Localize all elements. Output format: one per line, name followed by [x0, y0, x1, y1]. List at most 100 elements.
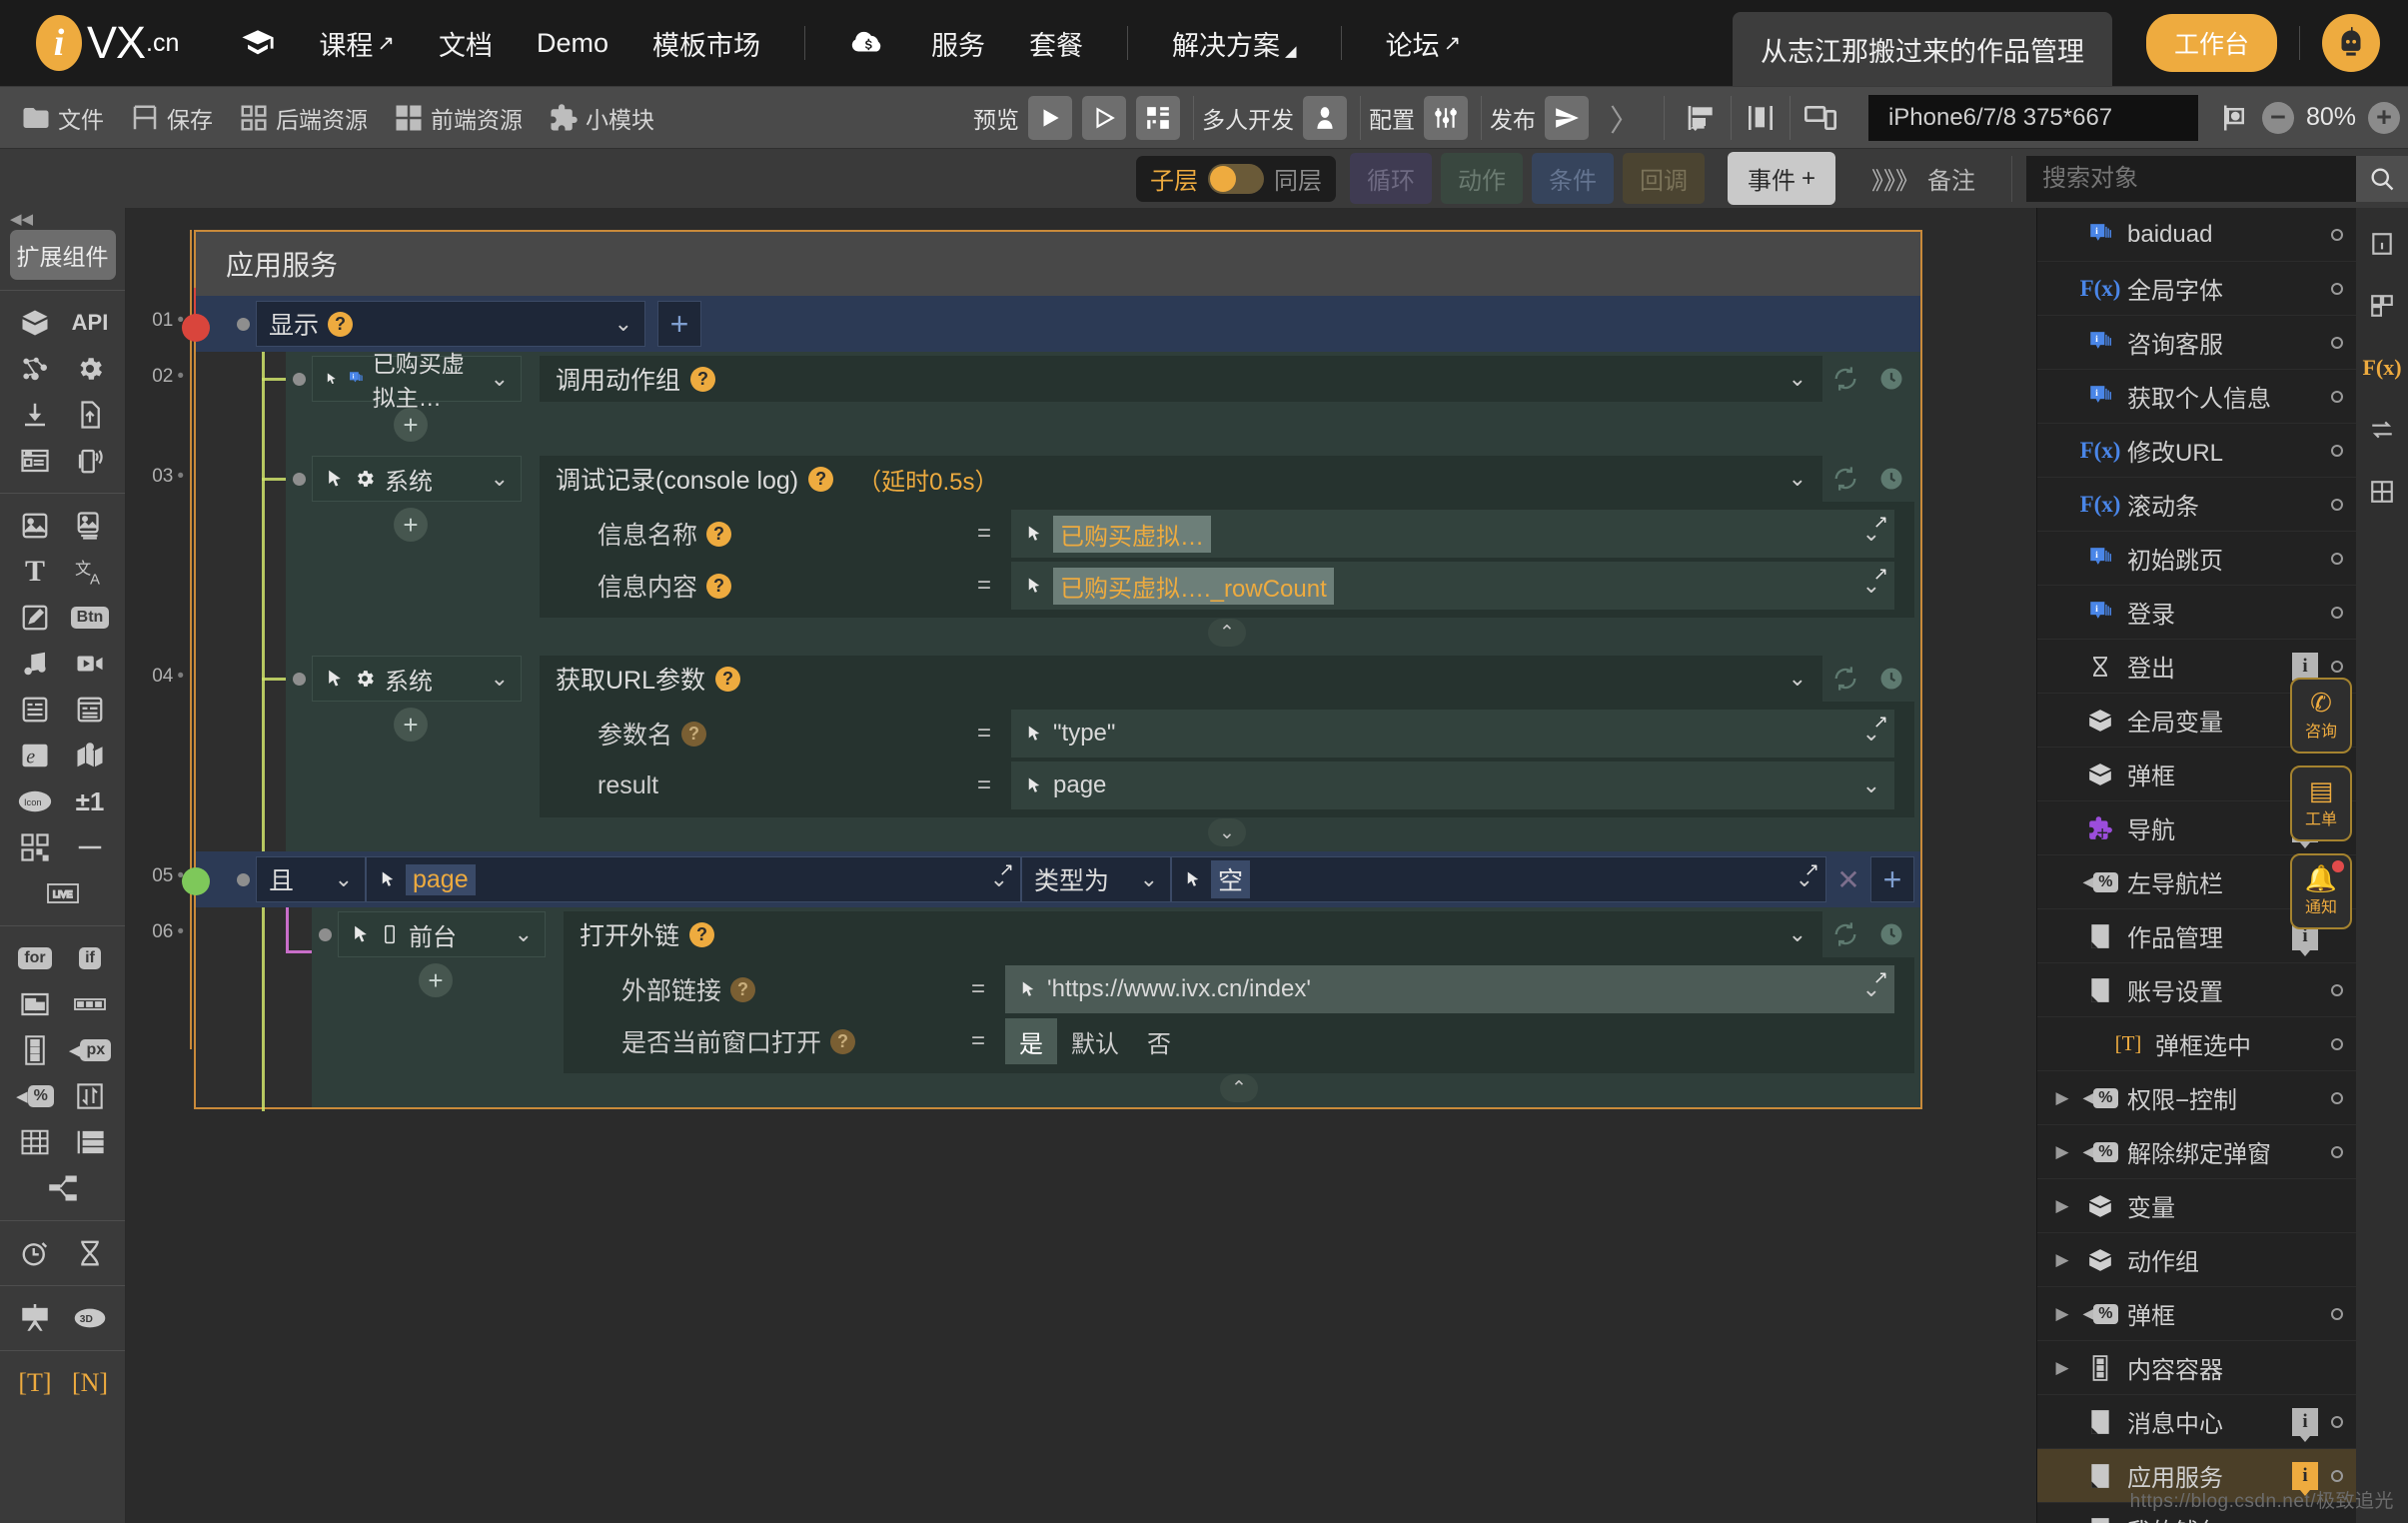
- expand-icon[interactable]: ↗: [1873, 512, 1888, 533]
- row-05-node[interactable]: [182, 867, 210, 895]
- layer-toggle[interactable]: 子层 同层: [1135, 155, 1336, 202]
- workbench-button[interactable]: 工作台: [2145, 14, 2277, 72]
- images-icon[interactable]: [63, 503, 118, 549]
- tree-item-18[interactable]: ▶ 变量: [2037, 1179, 2356, 1233]
- swap-icon[interactable]: [2360, 412, 2404, 448]
- help-icon[interactable]: ?: [808, 466, 834, 492]
- api-icon[interactable]: API: [63, 300, 118, 346]
- filter-pill-condition[interactable]: 条件: [1531, 153, 1614, 204]
- param-value-input[interactable]: 已购买虚拟…._rowCount ⌄ ↗: [1011, 562, 1894, 610]
- n-bracket-icon[interactable]: [N]: [63, 1360, 118, 1406]
- expand-twisty-icon[interactable]: ▶: [2051, 1088, 2073, 1108]
- help-icon[interactable]: ?: [715, 666, 741, 692]
- screenshot-button[interactable]: [2206, 87, 2262, 149]
- preview-play-button[interactable]: [1027, 95, 1072, 140]
- list-icon[interactable]: [63, 1119, 118, 1165]
- window-icon[interactable]: [8, 438, 63, 484]
- search-button[interactable]: [2356, 155, 2408, 202]
- mobile-signal-icon[interactable]: [63, 438, 118, 484]
- row-04-action-bar[interactable]: 获取URL参数 ? ⌄: [540, 656, 1822, 702]
- multi-dev-button[interactable]: [1302, 95, 1347, 140]
- row-03-loop-icon[interactable]: [1822, 456, 1868, 502]
- nav-item-solutions[interactable]: 解决方案 ◢: [1150, 0, 1319, 86]
- param-value-input[interactable]: "type" ⌄ ↗: [1011, 710, 1894, 758]
- filter-pill-callback[interactable]: 回调: [1622, 153, 1705, 204]
- row-03-add-sub[interactable]: +: [286, 502, 536, 548]
- param-value-input[interactable]: page ⌄: [1011, 762, 1894, 809]
- tree-item-visibility-toggle[interactable]: [2328, 660, 2346, 673]
- search-input[interactable]: [2026, 164, 2356, 193]
- tree-item-15[interactable]: [T] 弹框选中: [2037, 1017, 2356, 1071]
- box-icon[interactable]: [8, 300, 63, 346]
- notes-button[interactable]: 》》》 备注: [1849, 161, 1997, 196]
- tree-item-visibility-toggle[interactable]: [2328, 1145, 2346, 1158]
- event-row-05[interactable]: 且 ⌄ page ⌄ ↗ 类型为 ⌄ 空 ⌄ ↗ ✕ +: [196, 851, 1920, 907]
- row-05-add-button[interactable]: +: [1870, 856, 1914, 902]
- help-icon[interactable]: ?: [830, 1028, 856, 1054]
- share-icon[interactable]: [35, 1165, 90, 1211]
- qrcode-icon[interactable]: [8, 824, 63, 870]
- rail-collapse-button[interactable]: ◀◀: [0, 208, 125, 230]
- avatar[interactable]: [2322, 14, 2380, 72]
- icon-circle-icon[interactable]: Icon: [8, 778, 63, 824]
- toolbar-small-module-button[interactable]: 小模块: [536, 87, 667, 149]
- tree-item-22[interactable]: 消息中心 i: [2037, 1395, 2356, 1449]
- expand-icon[interactable]: ↗: [1873, 564, 1888, 585]
- projector-icon[interactable]: [8, 1295, 63, 1341]
- toolbar-file-button[interactable]: 文件: [8, 87, 117, 149]
- segment-yes[interactable]: 是: [1005, 1018, 1058, 1064]
- param-segmented-control[interactable]: 是 默认 否: [1005, 1018, 1186, 1064]
- help-icon[interactable]: ?: [689, 921, 715, 947]
- row-05-right-operand[interactable]: 空 ⌄ ↗: [1171, 856, 1826, 902]
- filter-pill-action[interactable]: 动作: [1440, 153, 1523, 204]
- music-icon[interactable]: [8, 641, 63, 687]
- row-04-collapse[interactable]: ⌄: [540, 817, 1914, 847]
- nav-item-packages[interactable]: 套餐: [1007, 0, 1105, 86]
- content-container-icon[interactable]: [8, 1027, 63, 1073]
- if-icon[interactable]: if: [63, 935, 118, 981]
- row-03-delay-icon[interactable]: [1868, 456, 1914, 502]
- search-object-box[interactable]: [2026, 155, 2356, 202]
- row-05-remove-button[interactable]: ✕: [1826, 856, 1870, 902]
- expand-twisty-icon[interactable]: ▶: [2051, 1142, 2073, 1162]
- preview-play-outline-button[interactable]: [1081, 95, 1126, 140]
- tree-item-visibility-toggle[interactable]: [2328, 1415, 2346, 1428]
- tree-item-21[interactable]: ▶ 内容容器: [2037, 1341, 2356, 1395]
- expand-icon[interactable]: ↗: [1805, 859, 1819, 880]
- tree-item-0[interactable]: i baiduad: [2037, 208, 2356, 262]
- article-icon[interactable]: [8, 687, 63, 733]
- param-value-input[interactable]: 'https://www.ivx.cn/index' ⌄ ↗: [1005, 965, 1894, 1013]
- file-upload-icon[interactable]: [63, 392, 118, 438]
- gear-icon[interactable]: [63, 346, 118, 392]
- ie-browser-icon[interactable]: e: [8, 733, 63, 778]
- tree-item-visibility-toggle[interactable]: [2328, 228, 2346, 241]
- help-icon[interactable]: ?: [706, 573, 732, 599]
- expand-icon[interactable]: ↗: [1873, 967, 1888, 988]
- layer-toggle-switch[interactable]: [1207, 163, 1264, 194]
- tree-item-info-badge[interactable]: i: [2292, 652, 2318, 687]
- tree-item-visibility-toggle[interactable]: [2328, 282, 2346, 295]
- config-sliders-button[interactable]: [1423, 95, 1468, 140]
- segment-no[interactable]: 否: [1133, 1018, 1186, 1064]
- tree-item-3[interactable]: i 获取个人信息: [2037, 370, 2356, 424]
- nav-money-cloud-icon[interactable]: [827, 0, 909, 86]
- nav-graduation-icon[interactable]: [219, 0, 297, 86]
- slider-icon[interactable]: [63, 981, 118, 1027]
- tree-item-visibility-toggle[interactable]: [2328, 983, 2346, 996]
- help-icon[interactable]: ?: [328, 311, 354, 337]
- row-01-add-button[interactable]: +: [657, 301, 701, 347]
- expand-twisty-icon[interactable]: ▶: [2051, 1250, 2073, 1270]
- event-row-01[interactable]: 显示 ? ⌄ +: [196, 296, 1920, 352]
- nav-item-forum[interactable]: 论坛 ↗: [1364, 0, 1484, 86]
- image-icon[interactable]: [8, 503, 63, 549]
- tree-item-16[interactable]: ▶ ◀% 权限−控制: [2037, 1071, 2356, 1125]
- tree-item-1[interactable]: F(x) 全局字体: [2037, 262, 2356, 316]
- video-icon[interactable]: [63, 641, 118, 687]
- row-04-loop-icon[interactable]: [1822, 656, 1868, 702]
- percent-icon[interactable]: ◀%: [8, 1073, 63, 1119]
- tree-item-visibility-toggle[interactable]: [2328, 1091, 2346, 1104]
- row-03-object-select[interactable]: 系统 ⌄: [312, 456, 522, 502]
- hourglass-icon[interactable]: [63, 1230, 118, 1276]
- segment-default[interactable]: 默认: [1057, 1018, 1134, 1064]
- text-t-icon[interactable]: T: [8, 549, 63, 595]
